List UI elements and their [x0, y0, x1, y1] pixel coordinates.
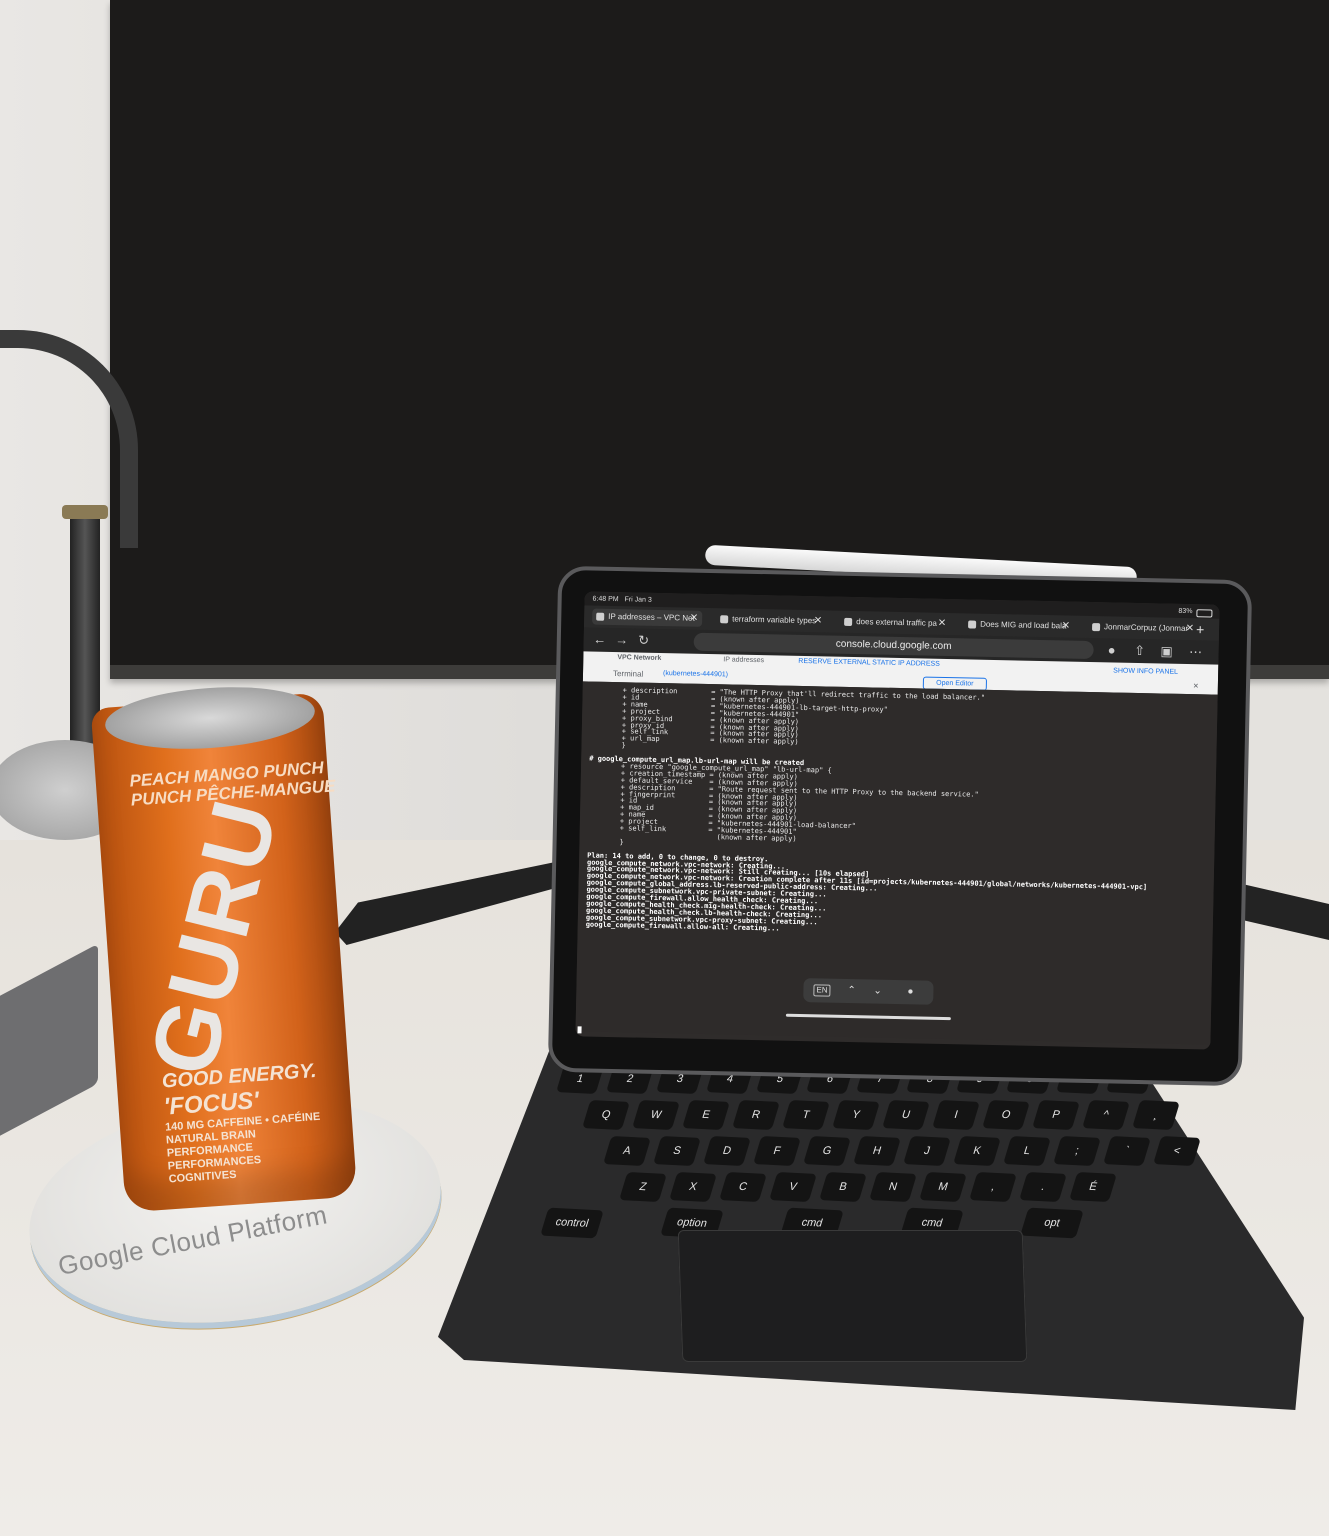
microphone-icon[interactable]: ● [1103, 642, 1119, 658]
favicon-icon [720, 615, 729, 624]
browser-tab[interactable]: JonmarCorpuz (Jonmar ✕ [1088, 619, 1198, 637]
trackpad[interactable] [677, 1230, 1028, 1362]
keyboard-key[interactable]: Q [582, 1099, 630, 1131]
keyboard-key[interactable]: C [719, 1171, 767, 1203]
keyboard-key[interactable]: ` [1103, 1135, 1151, 1167]
terminal-cursor [577, 1026, 582, 1034]
terminal-line: } [621, 741, 626, 750]
close-tab-icon[interactable]: ✕ [1062, 618, 1071, 634]
keyboard-key[interactable]: I [932, 1099, 980, 1131]
terminal-line: } [619, 837, 624, 847]
can-label-bottom: GOOD ENERGY. 'FOCUS' 140 MG CAFFEINE • C… [161, 1060, 329, 1187]
keyboard-key[interactable]: Y [832, 1099, 880, 1131]
close-tab-icon[interactable]: ✕ [1186, 621, 1195, 637]
browser-tab-label: JonmarCorpuz (Jonmar [1104, 622, 1189, 634]
ipad-screen: 6:48 PM Fri Jan 3 83% IP addresses – VPC… [575, 591, 1220, 1050]
favicon-icon [968, 620, 977, 629]
terminal-label: Terminal [612, 669, 644, 679]
status-battery: 83% [1178, 607, 1193, 616]
keyboard-key[interactable]: T [782, 1099, 830, 1131]
browser-tab[interactable]: IP addresses – VPC Net ✕ [592, 608, 703, 627]
chevron-up-icon[interactable]: ⌃ [847, 979, 856, 1003]
keyboard-key[interactable]: Z [619, 1171, 667, 1203]
browser-tab[interactable]: terraform variable types ✕ [716, 611, 826, 629]
reserve-ip-link[interactable]: RESERVE EXTERNAL STATIC IP ADDRESS [798, 658, 940, 668]
keyboard-key[interactable]: S [653, 1135, 701, 1167]
keyboard-key[interactable]: G [803, 1135, 851, 1167]
show-info-panel-link[interactable]: SHOW INFO PANEL [1113, 667, 1178, 675]
keyboard-key[interactable]: P [1032, 1099, 1080, 1131]
browser-tab-label: terraform variable types [732, 614, 817, 626]
new-tab-icon[interactable]: + [1196, 621, 1212, 637]
forward-arrow-icon[interactable]: → [614, 632, 630, 648]
status-date: Fri Jan 3 [624, 596, 652, 604]
keyboard-key[interactable]: , [969, 1171, 1017, 1203]
status-time: 6:48 PM [592, 595, 619, 604]
keyboard-key[interactable]: opt [1020, 1207, 1084, 1239]
session-tab[interactable]: (kubernetes-444901) [663, 670, 728, 678]
language-key[interactable]: EN [813, 984, 831, 997]
keyboard-key[interactable]: < [1153, 1135, 1201, 1167]
desk-lamp-ring [62, 505, 108, 519]
battery-icon [1196, 609, 1213, 618]
keyboard-key[interactable]: M [919, 1171, 967, 1203]
keyboard-key[interactable]: ¸ [1132, 1099, 1180, 1131]
keyboard-key[interactable]: É [1069, 1171, 1117, 1203]
close-tab-icon[interactable]: ✕ [814, 613, 823, 629]
browser-tab[interactable]: does external traffic pa ✕ [840, 614, 950, 632]
keyboard-shortcut-bar: EN ⌃ ⌄ ● [803, 978, 934, 1005]
keyboard-key[interactable]: H [853, 1135, 901, 1167]
keyboard-key[interactable]: U [882, 1099, 930, 1131]
keyboard-key[interactable]: F [753, 1135, 801, 1167]
keyboard-key[interactable]: X [669, 1171, 717, 1203]
keyboard-key[interactable]: W [632, 1099, 680, 1131]
reload-icon[interactable]: ↻ [636, 632, 652, 648]
tab-overview-icon[interactable]: ▣ [1158, 643, 1174, 659]
browser-tab-label: Does MIG and load bala [980, 619, 1067, 631]
favicon-icon [596, 612, 605, 621]
share-icon[interactable]: ⇧ [1131, 643, 1147, 659]
keyboard-key[interactable]: ^ [1082, 1099, 1130, 1131]
keyboard-key[interactable]: L [1003, 1135, 1051, 1167]
keyboard-key[interactable]: R [732, 1099, 780, 1131]
browser-tab-label: IP addresses – VPC Net [608, 611, 695, 623]
breadcrumb[interactable]: VPC Network [617, 654, 661, 662]
favicon-icon [844, 617, 853, 627]
keyboard-key[interactable]: D [703, 1135, 751, 1167]
keyboard-key[interactable]: B [819, 1171, 867, 1203]
keyboard-key[interactable]: A [603, 1135, 651, 1167]
more-icon[interactable]: ⋯ [1187, 644, 1203, 660]
keyboard-key[interactable]: ; [1053, 1135, 1101, 1167]
favicon-icon [1092, 623, 1101, 632]
back-arrow-icon[interactable]: ← [592, 632, 608, 648]
keyboard-key[interactable]: N [869, 1171, 917, 1203]
dictation-icon[interactable]: ● [907, 980, 914, 1004]
keyboard-key[interactable]: E [682, 1099, 730, 1131]
keyboard-key[interactable]: V [769, 1171, 817, 1203]
keyboard-key[interactable]: J [903, 1135, 951, 1167]
close-tab-icon[interactable]: ✕ [690, 611, 699, 627]
keyboard-key[interactable]: control [540, 1207, 604, 1239]
browser-tab[interactable]: Does MIG and load bala ✕ [964, 616, 1074, 634]
close-terminal-icon[interactable]: ✕ [1193, 682, 1199, 690]
browser-tab-label: does external traffic pa [856, 617, 938, 628]
keyboard-key[interactable]: K [953, 1135, 1001, 1167]
keyboard-key[interactable]: . [1019, 1171, 1067, 1203]
chevron-down-icon[interactable]: ⌄ [873, 980, 882, 1004]
page-title: IP addresses [723, 656, 765, 665]
close-tab-icon[interactable]: ✕ [938, 616, 947, 632]
keyboard-key[interactable]: O [982, 1099, 1030, 1131]
